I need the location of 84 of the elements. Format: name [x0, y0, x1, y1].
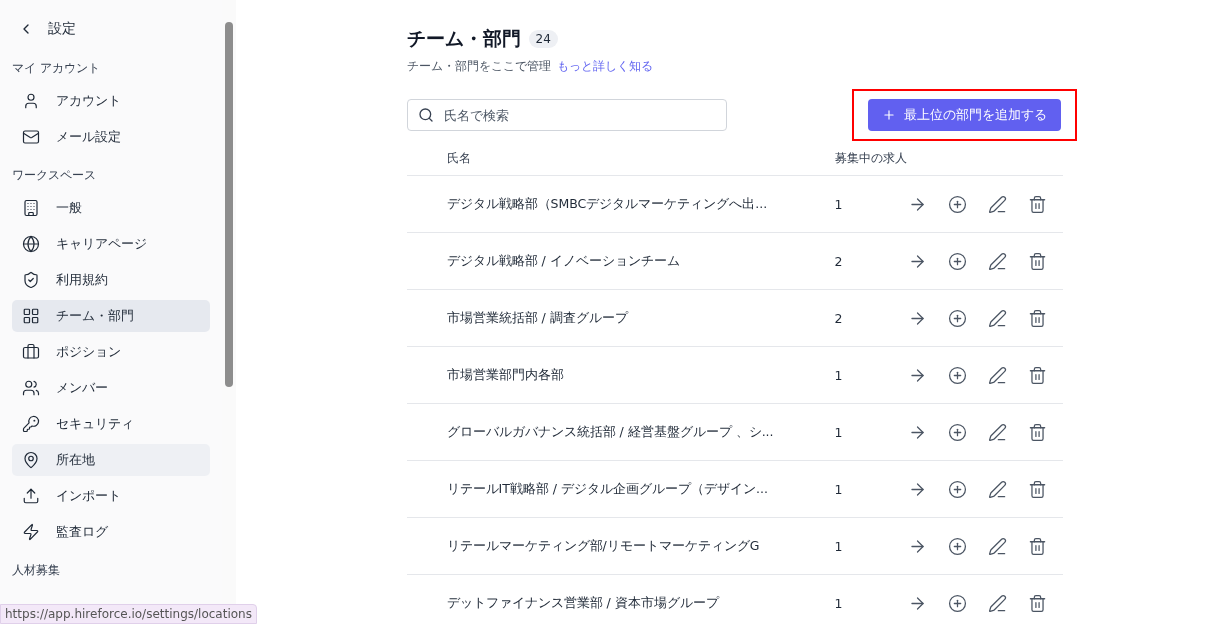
open-jobs-count: 1	[834, 538, 844, 554]
count-badge: 24	[528, 30, 558, 48]
learn-more-link[interactable]: もっと詳しく知る	[556, 59, 653, 73]
sidebar-item[interactable]: 利用規約	[12, 264, 210, 296]
edit-icon[interactable]	[986, 307, 1009, 329]
sidebar-item-label: 監査ログ	[56, 523, 108, 541]
sidebar-item-label: メール設定	[56, 128, 121, 146]
section-title: マイ アカウント	[12, 60, 101, 77]
nav-icon	[22, 271, 40, 289]
sidebar-item[interactable]: 監査ログ	[12, 516, 210, 548]
plus-circle-icon[interactable]	[946, 307, 969, 329]
sidebar-item-label: アカウント	[56, 92, 121, 110]
open-jobs-count: 2	[834, 253, 844, 269]
page-subtitle: チーム・部門をここで管理 もっと詳しく知る	[406, 58, 654, 75]
sidebar-item-label: 一般	[56, 199, 82, 217]
section-title: ワークスペース	[12, 167, 97, 184]
search-icon	[417, 107, 434, 123]
section-title: 人材募集	[12, 562, 61, 579]
sidebar-item[interactable]: チーム・部門	[12, 300, 210, 332]
nav-icon	[22, 235, 40, 253]
nav-icon	[22, 451, 40, 469]
department-name: リテールIT戦略部 / デジタル企画グループ（デザイン...	[446, 480, 769, 498]
page-title: チーム・部門	[406, 26, 521, 51]
column-header: 募集中の求人	[834, 149, 908, 167]
edit-icon[interactable]	[986, 421, 1009, 443]
nav-icon	[22, 415, 40, 433]
department-name: デジタル戦略部 / イノベーションチーム	[446, 252, 681, 270]
plus-icon	[881, 108, 896, 122]
edit-icon[interactable]	[986, 535, 1009, 557]
sidebar-item[interactable]: セキュリティ	[12, 408, 210, 440]
sidebar-item[interactable]: メール設定	[12, 121, 210, 153]
sidebar-item[interactable]: 所在地	[12, 444, 210, 476]
plus-circle-icon[interactable]	[946, 193, 969, 215]
edit-icon[interactable]	[986, 193, 1009, 215]
edit-icon[interactable]	[986, 478, 1009, 500]
url-tooltip: https://app.hireforce.io/settings/locations	[0, 604, 257, 624]
department-name: デットファイナンス営業部 / 資本市場グループ	[446, 594, 721, 612]
department-name: グローバルガバナンス統括部 / 経営基盤グループ 、シ...	[446, 423, 775, 441]
back-link[interactable]: 設定	[12, 14, 210, 44]
sidebar-item-label: キャリアページ	[56, 235, 147, 253]
nav-icon	[22, 343, 40, 361]
scrollbar-thumb[interactable]	[225, 22, 233, 387]
sidebar-item-label: チーム・部門	[56, 307, 134, 325]
open-jobs-count: 1	[834, 367, 844, 383]
search-field[interactable]: 氏名で検索	[406, 99, 727, 131]
department-name: リテールマーケティング部/リモートマーケティングG	[446, 537, 761, 555]
department-name: 市場営業部門内各部	[446, 366, 565, 384]
sidebar-item-label: ポジション	[56, 343, 121, 361]
sidebar-item[interactable]: 一般	[12, 192, 210, 224]
plus-circle-icon[interactable]	[946, 535, 969, 557]
plus-circle-icon[interactable]	[946, 478, 969, 500]
nav-icon	[22, 379, 40, 397]
nav-icon	[22, 92, 40, 110]
add-department-button[interactable]: 最上位の部門を追加する	[867, 99, 1061, 131]
department-name: デジタル戦略部（SMBCデジタルマーケティングへ出...	[446, 195, 769, 213]
nav-icon	[22, 128, 40, 146]
nav-icon	[22, 199, 40, 217]
nav-icon	[22, 487, 40, 505]
plus-circle-icon[interactable]	[946, 250, 969, 272]
nav-icon	[22, 523, 40, 541]
sidebar-item[interactable]: ポジション	[12, 336, 210, 368]
plus-circle-icon[interactable]	[946, 421, 969, 443]
sidebar-item-label: 所在地	[56, 451, 95, 469]
sidebar-item-label: インポート	[56, 487, 121, 505]
column-header: 氏名	[446, 149, 472, 167]
sidebar-item-label: 利用規約	[56, 271, 108, 289]
plus-circle-icon[interactable]	[946, 592, 969, 614]
sidebar-item-label: セキュリティ	[56, 415, 134, 433]
open-jobs-count: 1	[834, 595, 844, 611]
plus-circle-icon[interactable]	[946, 364, 969, 386]
open-jobs-count: 1	[834, 196, 844, 212]
sidebar-item[interactable]: インポート	[12, 480, 210, 512]
open-jobs-count: 1	[834, 481, 844, 497]
open-jobs-count: 2	[834, 310, 844, 326]
open-jobs-count: 1	[834, 424, 844, 440]
edit-icon[interactable]	[986, 364, 1009, 386]
sidebar-item-label: メンバー	[56, 379, 108, 397]
department-name: 市場営業統括部 / 調査グループ	[446, 309, 630, 327]
sidebar-item[interactable]: メンバー	[12, 372, 210, 404]
edit-icon[interactable]	[986, 250, 1009, 272]
nav-icon	[22, 307, 40, 325]
sidebar-item[interactable]: アカウント	[12, 85, 210, 117]
edit-icon[interactable]	[986, 592, 1009, 614]
sidebar-item[interactable]: キャリアページ	[12, 228, 210, 260]
